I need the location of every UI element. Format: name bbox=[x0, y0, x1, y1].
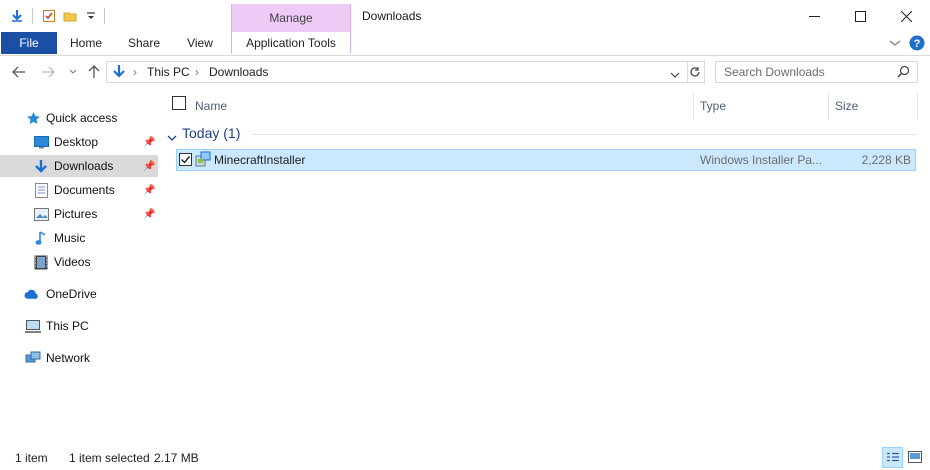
window-title: Downloads bbox=[362, 9, 422, 23]
search-input[interactable]: Search Downloads bbox=[715, 61, 918, 83]
sidebar-item-label: Pictures bbox=[54, 207, 98, 221]
sidebar-item-this-pc[interactable]: This PC bbox=[0, 315, 158, 337]
up-arrow-icon[interactable] bbox=[86, 64, 102, 80]
breadcrumb-chevron-icon[interactable]: › bbox=[133, 65, 137, 79]
sidebar-item-label: Documents bbox=[54, 183, 115, 197]
minimize-button[interactable] bbox=[791, 0, 837, 32]
network-icon bbox=[25, 350, 41, 366]
file-type: Windows Installer Pa... bbox=[700, 153, 823, 167]
search-icon[interactable] bbox=[897, 65, 910, 81]
sidebar-item-label: This PC bbox=[46, 319, 89, 333]
computer-icon bbox=[25, 318, 41, 334]
sidebar-item-pictures[interactable]: Pictures 📌 bbox=[0, 203, 158, 225]
sidebar-item-label: Videos bbox=[54, 255, 91, 269]
sidebar-item-quick-access[interactable]: Quick access bbox=[0, 107, 158, 129]
pin-icon: 📌 bbox=[143, 184, 156, 196]
sidebar-item-desktop[interactable]: Desktop 📌 bbox=[0, 131, 158, 153]
ribbon-tabs: File Home Share View Application Tools ? bbox=[0, 32, 930, 56]
customize-qat-icon[interactable] bbox=[82, 7, 100, 25]
cloud-icon bbox=[24, 286, 40, 302]
svg-text:?: ? bbox=[914, 38, 921, 50]
address-history-chevron-icon[interactable] bbox=[670, 68, 680, 82]
large-icons-view-icon bbox=[908, 451, 922, 463]
back-arrow-icon[interactable] bbox=[11, 64, 27, 80]
breadcrumb-chevron-icon[interactable]: › bbox=[195, 65, 199, 79]
star-icon bbox=[25, 110, 41, 126]
sidebar-item-label: Desktop bbox=[54, 135, 99, 149]
qat-separator bbox=[104, 8, 105, 24]
breadcrumb-this-pc[interactable]: This PC bbox=[147, 65, 190, 79]
sidebar-item-documents[interactable]: Documents 📌 bbox=[0, 179, 158, 201]
tab-home[interactable]: Home bbox=[62, 32, 110, 54]
videos-icon bbox=[33, 254, 49, 270]
column-divider[interactable] bbox=[917, 92, 918, 120]
music-icon bbox=[33, 230, 49, 246]
selection-size: 2.17 MB bbox=[154, 451, 199, 465]
refresh-icon bbox=[690, 67, 700, 77]
table-row[interactable]: MinecraftInstaller Windows Installer Pa.… bbox=[176, 149, 916, 171]
column-header-type[interactable]: Type bbox=[700, 95, 726, 117]
address-bar[interactable]: › This PC › Downloads bbox=[106, 61, 688, 83]
help-icon[interactable]: ? bbox=[909, 35, 925, 54]
details-view-button[interactable] bbox=[882, 447, 903, 468]
downloads-location-icon bbox=[112, 64, 126, 83]
tab-file[interactable]: File bbox=[1, 32, 57, 54]
pictures-icon bbox=[33, 206, 49, 222]
maximize-button[interactable] bbox=[837, 0, 883, 32]
desktop-icon bbox=[33, 134, 49, 150]
checklist-icon[interactable] bbox=[40, 7, 58, 25]
properties-down-arrow-icon[interactable] bbox=[8, 7, 26, 25]
search-placeholder: Search Downloads bbox=[724, 65, 825, 79]
refresh-button[interactable] bbox=[686, 61, 705, 83]
details-view-icon bbox=[886, 452, 899, 461]
sidebar-item-label: Music bbox=[54, 231, 86, 245]
pin-icon: 📌 bbox=[143, 160, 156, 172]
forward-arrow-icon[interactable] bbox=[40, 64, 56, 80]
downloads-icon bbox=[33, 158, 49, 174]
tab-share[interactable]: Share bbox=[120, 32, 168, 54]
status-bar: 1 item 1 item selected 2.17 MB bbox=[0, 446, 930, 470]
qat-separator bbox=[32, 8, 33, 24]
installer-package-icon bbox=[195, 151, 211, 170]
sidebar-item-onedrive[interactable]: OneDrive bbox=[0, 283, 158, 305]
breadcrumb-downloads[interactable]: Downloads bbox=[209, 65, 268, 79]
column-divider[interactable] bbox=[693, 92, 694, 120]
sidebar-item-downloads[interactable]: Downloads 📌 bbox=[0, 155, 158, 177]
column-divider[interactable] bbox=[828, 92, 829, 120]
sidebar-item-label: Quick access bbox=[46, 111, 118, 125]
expand-ribbon-icon[interactable] bbox=[889, 37, 901, 51]
sidebar-item-label: Downloads bbox=[54, 159, 114, 173]
recent-locations-chevron-icon[interactable] bbox=[65, 64, 81, 80]
sidebar-item-network[interactable]: Network bbox=[0, 347, 158, 369]
manage-context-tab[interactable]: Manage bbox=[231, 4, 351, 32]
sidebar-item-videos[interactable]: Videos bbox=[0, 251, 158, 273]
column-header-name[interactable]: Name bbox=[195, 95, 227, 117]
chevron-down-icon bbox=[167, 129, 177, 145]
sidebar-item-label: Network bbox=[46, 351, 91, 365]
new-folder-icon[interactable] bbox=[61, 7, 79, 25]
file-name: MinecraftInstaller bbox=[214, 153, 306, 167]
select-all-checkbox[interactable] bbox=[172, 96, 186, 113]
close-button[interactable] bbox=[883, 0, 929, 32]
tab-view[interactable]: View bbox=[178, 32, 222, 54]
item-count: 1 item bbox=[15, 451, 48, 465]
selection-count: 1 item selected bbox=[69, 451, 150, 465]
title-bar: Manage Downloads bbox=[0, 0, 930, 32]
large-icons-view-button[interactable] bbox=[905, 447, 925, 467]
pin-icon: 📌 bbox=[143, 136, 156, 148]
documents-icon bbox=[33, 182, 49, 198]
sidebar-item-label: OneDrive bbox=[46, 287, 97, 301]
sidebar-item-music[interactable]: Music bbox=[0, 227, 158, 249]
file-size: 2,228 KB bbox=[861, 153, 911, 167]
pin-icon: 📌 bbox=[143, 208, 156, 220]
row-checkbox[interactable] bbox=[179, 153, 192, 169]
column-header-size[interactable]: Size bbox=[835, 95, 858, 117]
tab-application-tools[interactable]: Application Tools bbox=[231, 32, 351, 54]
group-divider bbox=[252, 134, 917, 135]
group-label: Today (1) bbox=[182, 125, 241, 141]
